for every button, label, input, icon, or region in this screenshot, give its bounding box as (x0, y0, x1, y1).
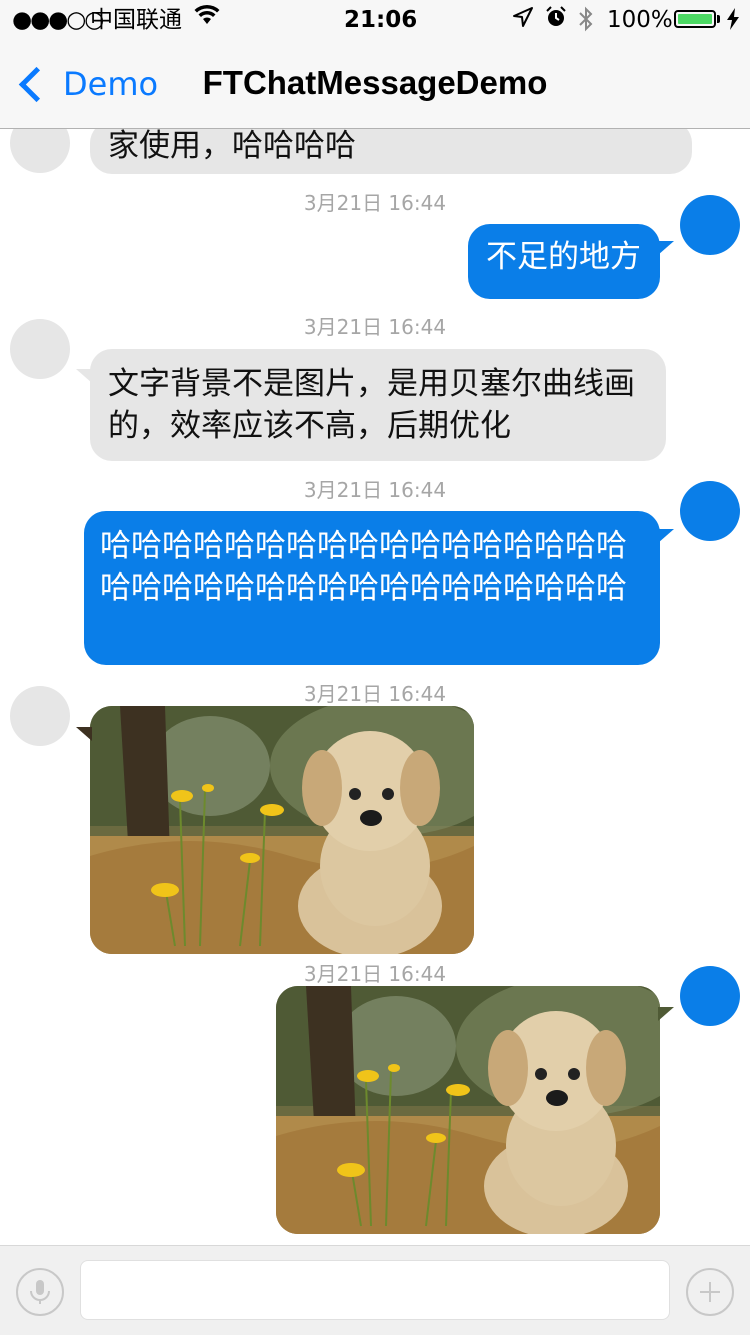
alarm-icon (545, 6, 567, 35)
puppy-photo (276, 986, 660, 1234)
signal-strength-icon: ●●●○○ (12, 7, 104, 33)
battery-tip (717, 15, 720, 23)
incoming-avatar[interactable] (10, 319, 70, 379)
outgoing-avatar[interactable] (680, 195, 740, 255)
back-button[interactable]: Demo (14, 60, 158, 108)
outgoing-image-message[interactable] (276, 986, 660, 1234)
incoming-avatar[interactable] (10, 129, 70, 173)
clock-time: 21:06 (344, 7, 418, 33)
incoming-avatar[interactable] (10, 686, 70, 746)
bubble-tail (658, 1007, 674, 1021)
message-timestamp: 3月21日 16:44 (303, 315, 447, 339)
location-arrow-icon (512, 6, 534, 35)
outgoing-avatar[interactable] (680, 966, 740, 1026)
bubble-tail (76, 727, 92, 741)
bubble-tail (658, 529, 674, 543)
message-timestamp: 3月21日 16:44 (303, 478, 447, 502)
wifi-icon (194, 4, 220, 33)
outgoing-avatar[interactable] (680, 481, 740, 541)
back-button-label: Demo (63, 65, 159, 103)
message-input[interactable] (80, 1260, 670, 1320)
incoming-message-bubble[interactable]: 家使用，哈哈哈哈 (90, 129, 692, 174)
status-bar: ●●●○○ 中国联通 21:06 100% (0, 0, 750, 40)
puppy-photo (90, 706, 474, 954)
message-text: 家使用，哈哈哈哈 (108, 129, 356, 164)
battery-percent: 100% (607, 7, 673, 33)
message-text: 文字背景不是图片，是用贝塞尔曲线画的，效率应该不高，后期优化 (108, 366, 635, 444)
message-timestamp: 3月21日 16:44 (303, 191, 447, 215)
message-text: 不足的地方 (486, 239, 641, 275)
message-list[interactable]: 家使用，哈哈哈哈 3月21日 16:44 不足的地方 3月21日 16:44 文… (0, 129, 750, 1244)
message-timestamp: 3月21日 16:44 (303, 682, 447, 706)
outgoing-message-bubble[interactable]: 不足的地方 (468, 224, 660, 299)
add-button[interactable] (686, 1268, 734, 1316)
chevron-left-icon (18, 66, 55, 102)
mic-icon (30, 1280, 50, 1304)
bubble-tail (76, 369, 92, 383)
battery-icon (674, 10, 716, 28)
outgoing-message-bubble[interactable]: 哈哈哈哈哈哈哈哈哈哈哈哈哈哈哈哈哈哈哈哈哈哈哈哈哈哈哈哈哈哈哈哈哈哈 (84, 511, 660, 665)
bluetooth-icon (578, 6, 594, 39)
navigation-bar: Demo FTChatMessageDemo (0, 40, 750, 129)
input-bar (0, 1245, 750, 1335)
charging-bolt-icon (726, 8, 740, 37)
incoming-message-bubble[interactable]: 文字背景不是图片，是用贝塞尔曲线画的，效率应该不高，后期优化 (90, 349, 666, 461)
plus-icon (700, 1282, 720, 1302)
message-text: 哈哈哈哈哈哈哈哈哈哈哈哈哈哈哈哈哈哈哈哈哈哈哈哈哈哈哈哈哈哈哈哈哈哈 (100, 528, 627, 606)
voice-button[interactable] (16, 1268, 64, 1316)
page-title: FTChatMessageDemo (202, 64, 548, 101)
incoming-image-message[interactable] (90, 706, 474, 954)
message-timestamp: 3月21日 16:44 (303, 962, 447, 986)
carrier-name: 中国联通 (90, 7, 182, 33)
bubble-tail (658, 241, 674, 255)
